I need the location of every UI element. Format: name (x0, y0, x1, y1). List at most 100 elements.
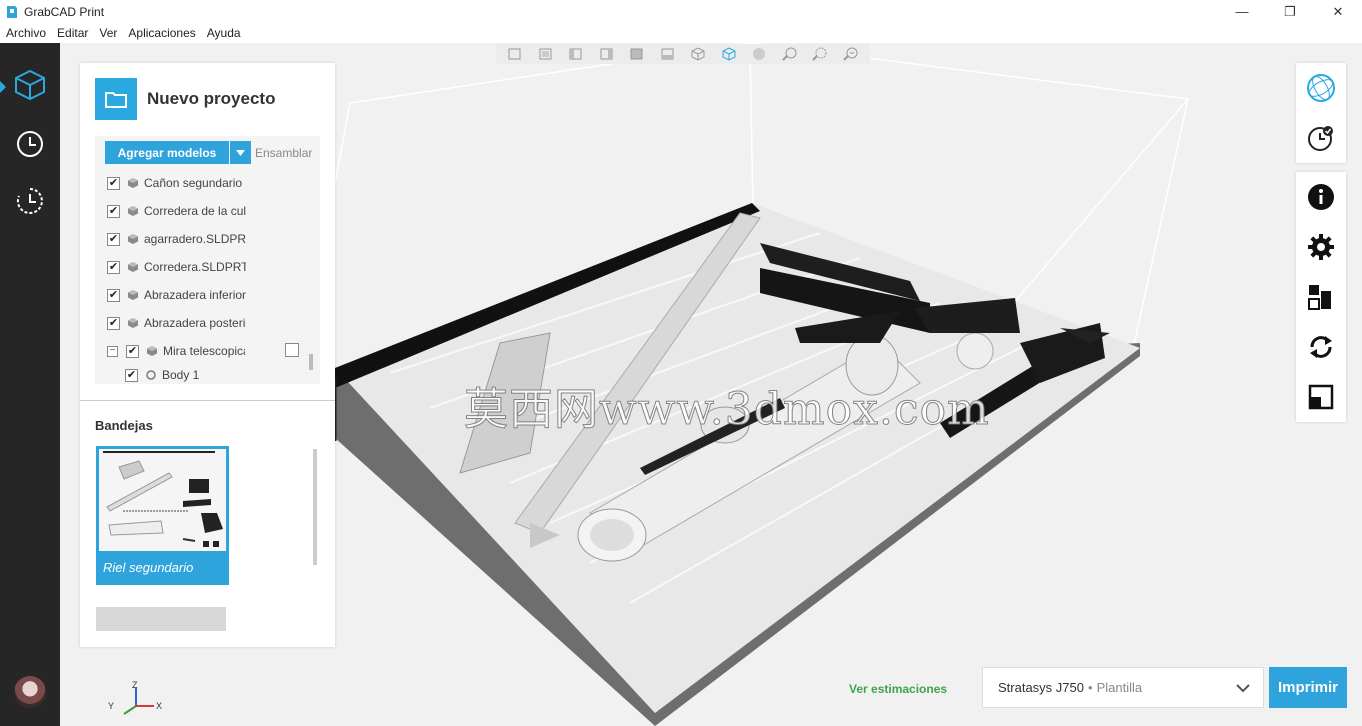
trays-scrollbar[interactable] (313, 449, 317, 565)
printer-separator: • (1088, 680, 1093, 695)
minimize-button[interactable]: — (1218, 0, 1266, 23)
list-item[interactable]: − ✔ Mira telescopica (107, 341, 245, 361)
list-item[interactable]: ✔ Cañon segundario (107, 173, 246, 193)
model-name: Mira telescopica (163, 344, 245, 358)
list-item[interactable]: ✔ Corredera de la culata (107, 201, 246, 221)
checkbox[interactable]: ✔ (126, 344, 139, 358)
view-estimates-link[interactable]: Ver estimaciones (849, 682, 947, 696)
checkbox[interactable]: ✔ (107, 288, 120, 302)
list-item[interactable]: ✔ Abrazadera inferior (107, 285, 246, 305)
axis-z-label: Z (132, 680, 138, 690)
checkbox[interactable]: ✔ (107, 204, 120, 218)
print-button[interactable]: Imprimir (1269, 667, 1347, 708)
model-name: Body 1 (162, 368, 200, 382)
divider (80, 400, 335, 401)
checkbox[interactable]: ✔ (125, 368, 138, 382)
model-name: agarradero.SLDPRT (144, 232, 246, 246)
list-item[interactable]: ✔ Abrazadera posterior (107, 313, 246, 333)
info-icon[interactable] (1305, 181, 1337, 213)
view-top-icon[interactable] (629, 47, 645, 61)
rail-project-button[interactable] (10, 65, 50, 105)
history-icon (16, 188, 43, 214)
view-back-icon[interactable] (538, 47, 554, 61)
models-area: Agregar modelos Ensamblar ✔ Cañon segund… (95, 136, 320, 384)
user-avatar[interactable] (14, 676, 46, 708)
list-item[interactable]: ✔ agarradero.SLDPRT (107, 229, 246, 249)
tray-card[interactable]: Riel segundario (96, 446, 229, 585)
axis-indicator: Z X Y (108, 680, 162, 715)
menu-ayuda[interactable]: Ayuda (207, 26, 241, 40)
shade-icon[interactable] (751, 47, 767, 61)
active-indicator (0, 81, 6, 93)
axis-x-label: X (156, 701, 162, 711)
view-left-icon[interactable] (568, 47, 584, 61)
window-title: GrabCAD Print (24, 4, 105, 19)
project-panel: Nuevo proyecto Agregar modelos Ensamblar… (80, 63, 335, 647)
close-button[interactable]: ✕ (1314, 0, 1362, 23)
chevron-down-icon[interactable] (229, 141, 251, 164)
printer-select[interactable]: Stratasys J750 • Plantilla (982, 667, 1264, 708)
chevron-down-icon (1236, 684, 1250, 693)
model-name: Corredera de la culata (144, 204, 246, 218)
project-title[interactable]: Nuevo proyecto (147, 89, 275, 109)
list-item[interactable]: ✔ Body 1 (125, 365, 264, 384)
printer-template: Plantilla (1096, 680, 1143, 695)
globe-icon[interactable] (1305, 72, 1337, 104)
checkbox[interactable]: ✔ (107, 176, 120, 190)
part-icon (128, 262, 138, 272)
tray-thumbnail (99, 449, 226, 551)
assemble-button[interactable]: Ensamblar (255, 146, 312, 160)
restore-button[interactable]: ❐ (1266, 0, 1314, 23)
part-icon (128, 178, 138, 188)
rail-queue-button[interactable] (10, 124, 50, 164)
folder-icon[interactable] (95, 78, 137, 120)
view-right-icon[interactable] (599, 47, 615, 61)
clock-icon (17, 131, 43, 157)
axis-y-label: Y (108, 701, 114, 711)
rail-history-button[interactable] (10, 181, 50, 221)
add-models-label: Agregar modelos (117, 145, 217, 160)
part-icon (128, 206, 138, 216)
left-rail (0, 43, 60, 726)
assembly-icon (147, 346, 157, 356)
add-tray-button[interactable] (96, 607, 226, 631)
list-item[interactable]: ✔ Corredera.SLDPRT (107, 257, 246, 277)
right-tools-top (1296, 63, 1346, 163)
zoom-icon[interactable] (782, 47, 798, 61)
time-check-icon[interactable] (1305, 122, 1337, 154)
collapse-toggle[interactable]: − (107, 345, 118, 357)
visibility-checkbox[interactable] (285, 343, 299, 357)
body-icon (146, 370, 156, 380)
model-name: Cañon segundario (144, 176, 243, 190)
zoom-fit-icon[interactable] (812, 47, 828, 61)
rotate-icon[interactable] (1305, 331, 1337, 363)
scale-icon[interactable] (1305, 381, 1337, 413)
project-header: Nuevo proyecto (95, 78, 275, 120)
settings-icon[interactable] (1305, 231, 1337, 263)
menu-ver[interactable]: Ver (99, 26, 117, 40)
tray-name: Riel segundario (103, 560, 194, 575)
add-models-button[interactable]: Agregar modelos (105, 141, 251, 164)
trays-title: Bandejas (95, 418, 153, 433)
menu-aplicaciones[interactable]: Aplicaciones (128, 26, 195, 40)
right-tools-main (1296, 172, 1346, 422)
title-bar: GrabCAD Print — ❐ ✕ (0, 0, 1362, 23)
view-iso-active-icon[interactable] (721, 47, 737, 61)
model-name: Abrazadera posterior (144, 316, 246, 330)
checkbox[interactable]: ✔ (107, 316, 120, 330)
part-icon (128, 290, 138, 300)
checkbox[interactable]: ✔ (107, 260, 120, 274)
menu-editar[interactable]: Editar (57, 26, 88, 40)
view-iso-icon[interactable] (690, 47, 706, 61)
app-logo-icon (7, 5, 17, 18)
view-front-icon[interactable] (507, 47, 523, 61)
part-icon (128, 234, 138, 244)
arrange-icon[interactable] (1305, 281, 1337, 313)
checkbox[interactable]: ✔ (107, 232, 120, 246)
list-scrollbar[interactable] (309, 354, 313, 370)
view-bottom-icon[interactable] (660, 47, 676, 61)
zoom-select-icon[interactable] (843, 47, 859, 61)
menu-archivo[interactable]: Archivo (6, 26, 46, 40)
printer-name: Stratasys J750 (998, 680, 1084, 695)
view-toolbar (496, 44, 870, 64)
